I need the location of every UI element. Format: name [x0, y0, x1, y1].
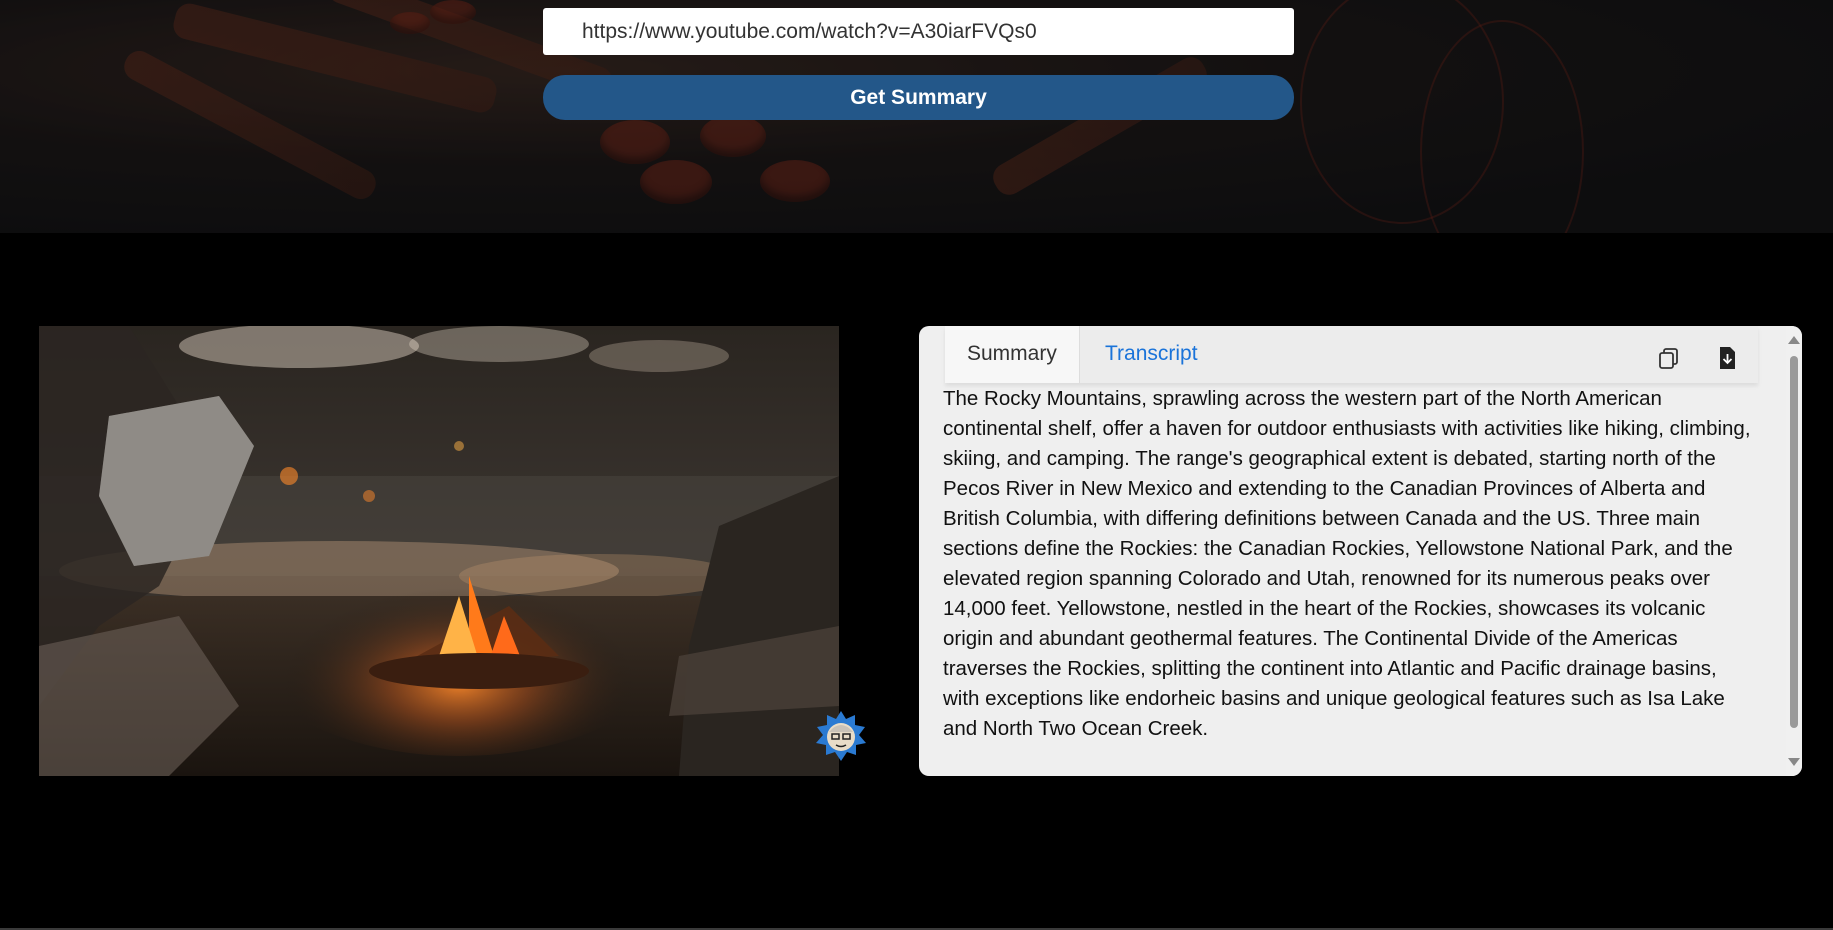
scroll-up-arrow-icon[interactable]	[1788, 336, 1800, 344]
tab-transcript[interactable]: Transcript	[1083, 326, 1220, 383]
get-summary-button[interactable]: Get Summary	[543, 75, 1294, 120]
panel-tabs: Summary Transcript	[945, 326, 1758, 383]
cartoon-avatar-icon[interactable]	[815, 710, 867, 762]
summary-text: The Rocky Mountains, sprawling across th…	[943, 387, 1751, 740]
video-thumbnail[interactable]	[39, 326, 839, 776]
scroll-thumb[interactable]	[1790, 356, 1798, 728]
download-file-icon[interactable]	[1713, 344, 1741, 372]
youtube-url-input[interactable]	[543, 8, 1294, 55]
avatar-badge-graphic	[816, 711, 866, 761]
panel-scrollbar[interactable]	[1786, 326, 1802, 776]
campfire-image	[39, 326, 839, 776]
tab-summary[interactable]: Summary	[945, 326, 1080, 383]
copy-icon[interactable]	[1655, 344, 1683, 372]
scroll-down-arrow-icon[interactable]	[1788, 758, 1800, 766]
summary-panel: Summary Transcript The Rocky Mountains, …	[919, 326, 1802, 776]
